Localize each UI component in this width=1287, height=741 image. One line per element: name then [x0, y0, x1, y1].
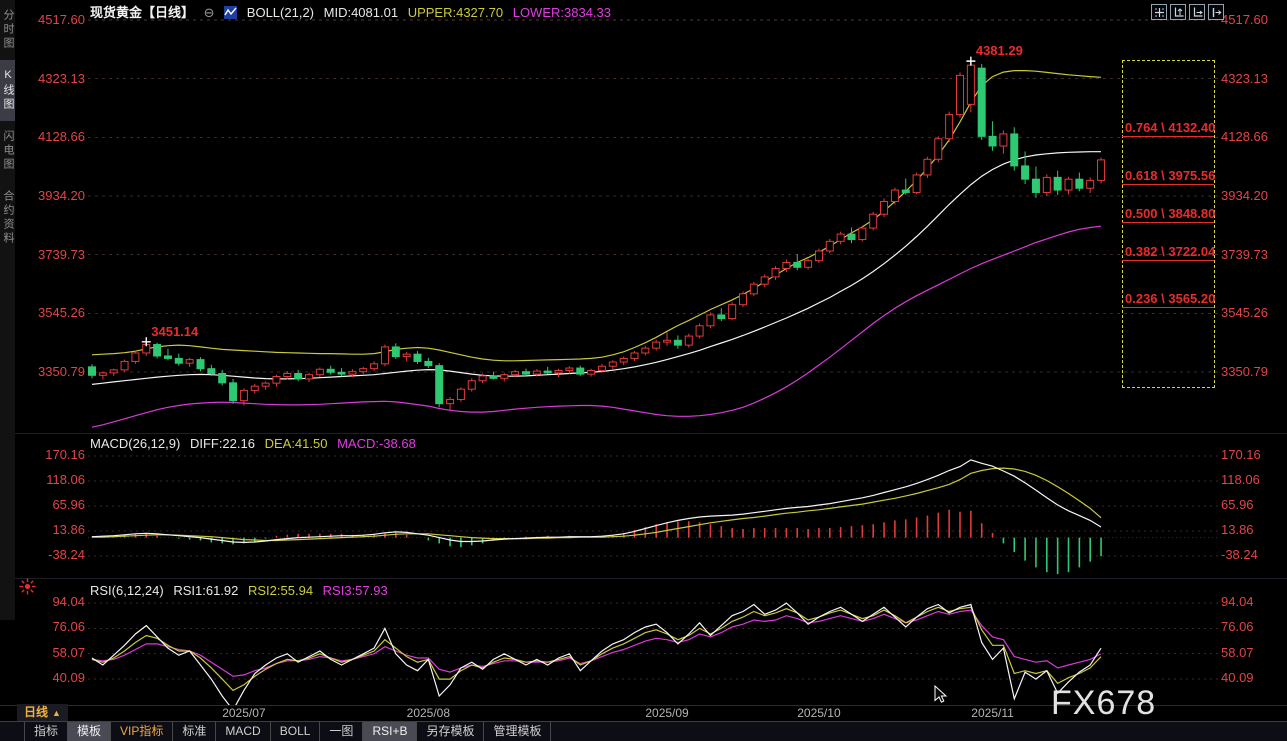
fib-level-label: 0.618 \ 3975.56: [1125, 168, 1213, 183]
fibonacci-box[interactable]: [1122, 60, 1215, 388]
rsi2-value: RSI2:55.94: [248, 583, 313, 598]
x-axis-month-label: 2025/11: [961, 706, 1025, 720]
y-axis-label: 3934.20: [1221, 188, 1285, 203]
main-chart-header: 现货黄金【日线】 ⊖ BOLL(21,2) MID:4081.01 UPPER:…: [90, 2, 617, 21]
rsi-axis-label: 76.06: [0, 619, 85, 634]
boll-upper-value: UPPER:4327.70: [408, 5, 503, 20]
toolbar-tab-9[interactable]: 管理模板: [484, 722, 551, 741]
sidebar-tab-2[interactable]: 闪电图: [0, 121, 15, 181]
rsi-alert-icon[interactable]: [19, 578, 36, 595]
toolbar-tab-7[interactable]: RSI+B: [363, 722, 417, 741]
toolbar-tab-2[interactable]: VIP指标: [111, 722, 173, 741]
rsi3-value: RSI3:57.93: [323, 583, 388, 598]
rsi-axis-label: 40.09: [0, 670, 85, 685]
rsi-header: RSI(6,12,24) RSI1:61.92 RSI2:55.94 RSI3:…: [90, 583, 394, 598]
main-chart-panel[interactable]: [0, 0, 1287, 433]
fib-level-label: 0.236 \ 3565.20: [1125, 291, 1213, 306]
fx678-watermark: FX678: [1051, 684, 1156, 723]
x-axis-month-label: 2025/07: [212, 706, 276, 720]
fib-level-line: [1122, 136, 1214, 137]
macd-macd-value: MACD:-38.68: [337, 436, 416, 451]
fib-level-label: 0.382 \ 3722.04: [1125, 244, 1213, 259]
fib-level-line: [1122, 260, 1214, 261]
macd-params: MACD(26,12,9): [90, 436, 180, 451]
fib-level-label: 0.764 \ 4132.40: [1125, 120, 1213, 135]
scale-y-axis-icon[interactable]: [1170, 4, 1186, 20]
sidebar-tab-0[interactable]: 分时图: [0, 0, 15, 60]
toolbar-tab-8[interactable]: 另存模板: [417, 722, 484, 741]
boll-mid-value: MID:4081.01: [324, 5, 398, 20]
price-annotation: 4381.29: [976, 43, 1023, 58]
period-arrow-icon: ▲: [52, 708, 61, 718]
y-axis-label: 4128.66: [1221, 129, 1285, 144]
rsi-axis-label: 58.07: [1221, 645, 1285, 660]
boll-params: BOLL(21,2): [247, 5, 314, 20]
toolbar-tab-0[interactable]: 指标: [24, 722, 68, 741]
rsi-axis-label: 40.09: [1221, 670, 1285, 685]
price-annotation: 3451.14: [151, 324, 198, 339]
rsi-axis-label: 94.04: [1221, 594, 1285, 609]
macd-axis-label: 170.16: [1221, 447, 1285, 462]
y-axis-label: 4517.60: [1221, 12, 1285, 27]
rsi-axis-label: 58.07: [0, 645, 85, 660]
chart-tool-buttons: [1151, 4, 1224, 20]
chart-type-sidebar: 分时图K线图闪电图合约资料: [0, 0, 15, 620]
rsi-params: RSI(6,12,24): [90, 583, 164, 598]
x-axis-month-label: 2025/08: [396, 706, 460, 720]
macd-panel[interactable]: [0, 433, 1287, 579]
boll-lower-value: LOWER:3834.33: [513, 5, 611, 20]
macd-axis-label: 65.96: [1221, 497, 1285, 512]
collapse-icon[interactable]: ⊖: [204, 5, 215, 20]
macd-axis-label: 118.06: [1221, 472, 1285, 487]
sidebar-tab-1[interactable]: K线图: [0, 60, 15, 121]
main-chart-svg: [0, 0, 1287, 433]
sidebar-tab-3[interactable]: 合约资料: [0, 181, 15, 255]
toolbar-tab-6[interactable]: 一图: [320, 722, 363, 741]
toolbar-tab-4[interactable]: MACD: [216, 722, 270, 741]
rsi1-value: RSI1:61.92: [173, 583, 238, 598]
macd-header: MACD(26,12,9) DIFF:22.16 DEA:41.50 MACD:…: [90, 436, 422, 451]
rsi-axis-label: 76.06: [1221, 619, 1285, 634]
candlestick-chart-icon: [224, 6, 237, 19]
toolbar-tab-1[interactable]: 模板: [68, 722, 111, 741]
macd-dea-value: DEA:41.50: [265, 436, 328, 451]
period-label: 日线: [24, 705, 48, 719]
mouse-cursor-icon: [934, 685, 948, 704]
scale-x-axis-icon[interactable]: [1189, 4, 1205, 20]
macd-chart-svg: [0, 434, 1287, 579]
y-axis-label: 3545.26: [1221, 305, 1285, 320]
macd-axis-label: 13.86: [1221, 522, 1285, 537]
exit-pane-icon[interactable]: [1208, 4, 1224, 20]
fib-level-label: 0.500 \ 3848.80: [1125, 206, 1213, 221]
toolbar-tab-3[interactable]: 标准: [173, 722, 216, 741]
fib-level-line: [1122, 184, 1214, 185]
x-axis-month-label: 2025/10: [787, 706, 851, 720]
instrument-title: 现货黄金【日线】: [90, 5, 194, 20]
x-axis-month-label: 2025/09: [635, 706, 699, 720]
crosshair-icon[interactable]: [1151, 4, 1167, 20]
y-axis-label: 3739.73: [1221, 247, 1285, 262]
period-selector[interactable]: 日线 ▲: [17, 704, 68, 721]
y-axis-label: 3350.79: [1221, 364, 1285, 379]
trading-app-window: 分时图K线图闪电图合约资料 现货黄金【日线】 ⊖ BOLL(21,2) MID:…: [0, 0, 1287, 741]
macd-diff-value: DIFF:22.16: [190, 436, 255, 451]
y-axis-label: 4323.13: [1221, 71, 1285, 86]
fib-level-line: [1122, 222, 1214, 223]
toolbar-tab-5[interactable]: BOLL: [271, 722, 321, 741]
macd-axis-label: -38.24: [1221, 547, 1285, 562]
fib-level-line: [1122, 307, 1214, 308]
indicator-toolbar: 指标模板VIP指标标准MACDBOLL一图RSI+B另存模板管理模板: [0, 721, 1287, 741]
